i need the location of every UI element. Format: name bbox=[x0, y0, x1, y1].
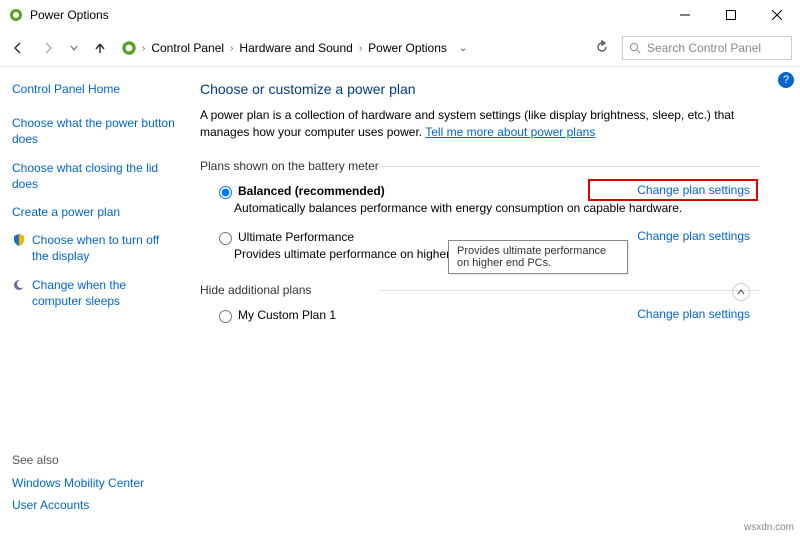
plan-balanced-name: Balanced (recommended) bbox=[238, 184, 385, 198]
section-battery-meter: Plans shown on the battery meter bbox=[200, 159, 760, 173]
sidebar-power-button[interactable]: Choose what the power button does bbox=[12, 115, 178, 147]
crumb-control-panel[interactable]: Control Panel bbox=[149, 39, 226, 57]
address-dropdown[interactable]: ⌄ bbox=[459, 43, 467, 54]
window-title: Power Options bbox=[30, 8, 109, 22]
power-options-icon bbox=[120, 39, 138, 57]
minimize-button[interactable] bbox=[662, 0, 708, 30]
chevron-right-icon[interactable]: › bbox=[142, 43, 145, 54]
titlebar: Power Options bbox=[0, 0, 800, 30]
back-button[interactable] bbox=[8, 38, 28, 58]
see-also-user-accounts[interactable]: User Accounts bbox=[12, 497, 144, 513]
maximize-button[interactable] bbox=[708, 0, 754, 30]
sidebar-create-plan[interactable]: Create a power plan bbox=[12, 204, 178, 220]
chevron-right-icon[interactable]: › bbox=[359, 43, 362, 54]
forward-button[interactable] bbox=[38, 38, 58, 58]
crumb-power-options[interactable]: Power Options bbox=[366, 39, 449, 57]
radio-ultimate[interactable] bbox=[219, 232, 232, 245]
refresh-button[interactable] bbox=[592, 40, 612, 57]
see-also-mobility-center[interactable]: Windows Mobility Center bbox=[12, 475, 144, 491]
section-hide-additional[interactable]: Hide additional plans bbox=[200, 283, 760, 297]
change-plan-custom[interactable]: Change plan settings bbox=[637, 307, 750, 321]
close-button[interactable] bbox=[754, 0, 800, 30]
tell-me-more-link[interactable]: Tell me more about power plans bbox=[425, 125, 595, 139]
tooltip: Provides ultimate performance on higher … bbox=[448, 240, 628, 274]
radio-custom[interactable] bbox=[219, 310, 232, 323]
power-options-icon bbox=[8, 7, 24, 23]
main-panel: Choose or customize a power plan A power… bbox=[190, 67, 800, 537]
crumb-hardware-sound[interactable]: Hardware and Sound bbox=[237, 39, 354, 57]
search-input[interactable]: Search Control Panel bbox=[622, 36, 792, 60]
collapse-icon[interactable] bbox=[732, 283, 750, 301]
watermark: wsxdn.com bbox=[744, 522, 794, 533]
breadcrumb[interactable]: › Control Panel › Hardware and Sound › P… bbox=[120, 39, 582, 57]
change-plan-ultimate[interactable]: Change plan settings bbox=[637, 229, 750, 243]
shield-icon bbox=[12, 233, 26, 247]
radio-balanced[interactable] bbox=[219, 186, 232, 199]
plan-balanced: Balanced (recommended) Change plan setti… bbox=[214, 183, 760, 215]
moon-icon bbox=[12, 278, 26, 292]
see-also-heading: See also bbox=[12, 453, 144, 467]
sidebar-closing-lid[interactable]: Choose what closing the lid does bbox=[12, 160, 178, 192]
page-heading: Choose or customize a power plan bbox=[200, 81, 760, 97]
plan-ultimate-name: Ultimate Performance bbox=[238, 230, 354, 244]
sidebar-turn-off-display[interactable]: Choose when to turn off the display bbox=[32, 232, 178, 264]
search-placeholder: Search Control Panel bbox=[647, 41, 761, 55]
toolbar: › Control Panel › Hardware and Sound › P… bbox=[0, 30, 800, 66]
plan-custom: My Custom Plan 1 Change plan settings bbox=[214, 307, 760, 323]
chevron-right-icon[interactable]: › bbox=[230, 43, 233, 54]
change-plan-balanced[interactable]: Change plan settings bbox=[637, 183, 750, 197]
plan-custom-name: My Custom Plan 1 bbox=[238, 308, 336, 322]
up-button[interactable] bbox=[90, 38, 110, 58]
sidebar-control-panel-home[interactable]: Control Panel Home bbox=[12, 81, 178, 97]
sidebar: Control Panel Home Choose what the power… bbox=[0, 67, 190, 537]
plan-balanced-desc: Automatically balances performance with … bbox=[234, 201, 760, 215]
sidebar-computer-sleeps[interactable]: Change when the computer sleeps bbox=[32, 277, 178, 309]
intro-text: A power plan is a collection of hardware… bbox=[200, 107, 760, 141]
recent-dropdown[interactable] bbox=[68, 38, 80, 58]
see-also: See also Windows Mobility Center User Ac… bbox=[12, 453, 144, 519]
search-icon bbox=[629, 42, 641, 54]
